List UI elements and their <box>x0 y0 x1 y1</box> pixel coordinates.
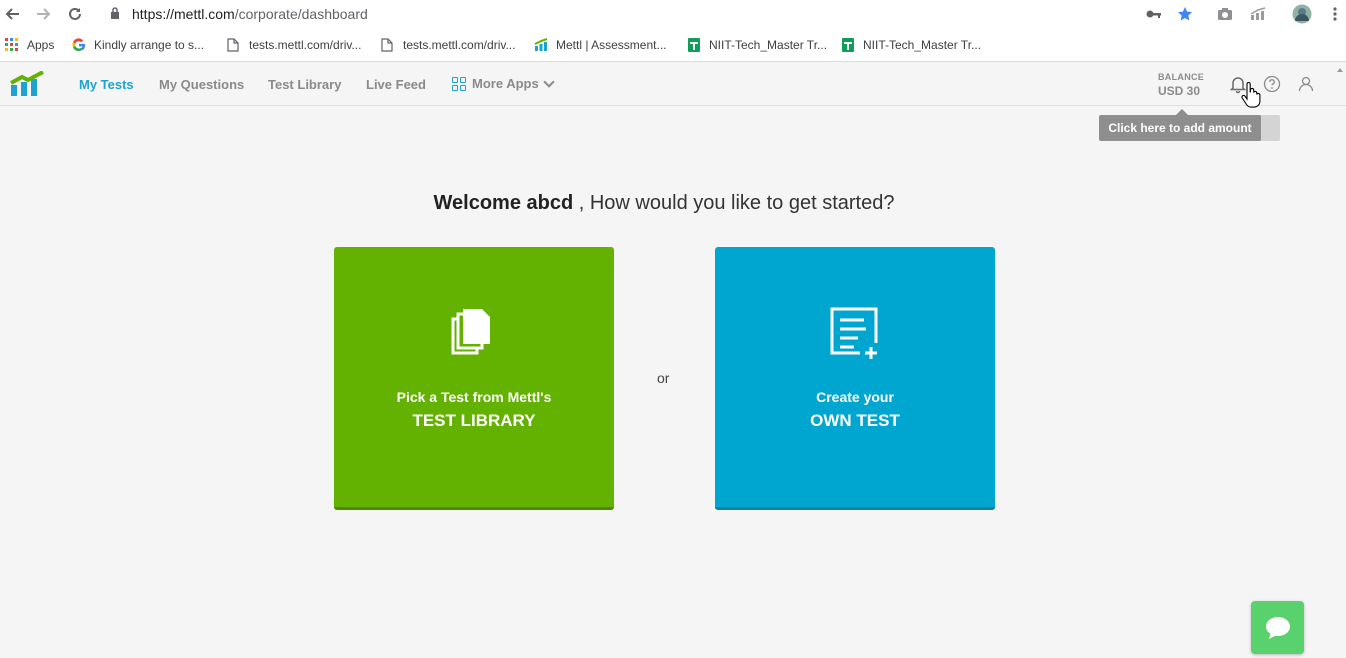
own-test-card-title: OWN TEST <box>810 411 900 430</box>
google-icon <box>72 38 86 52</box>
bookmark-label: Mettl | Assessment... <box>556 38 667 52</box>
url-host: https://mettl.com <box>132 6 235 22</box>
bookmark-item[interactable]: tests.mettl.com/driv... <box>381 37 515 53</box>
test-library-card-subtitle: Pick a Test from Mettl's <box>396 389 552 405</box>
bookmark-item[interactable]: tests.mettl.com/driv... <box>227 37 361 53</box>
add-amount-tooltip: Click here to add amount <box>1099 115 1261 141</box>
bookmark-item[interactable]: Mettl | Assessment... <box>534 37 666 53</box>
page-icon <box>381 38 395 52</box>
app-header: My Tests My Questions Test Library Live … <box>0 63 1346 106</box>
sheets-icon <box>687 38 701 52</box>
nav-live-feed[interactable]: Live Feed <box>366 77 426 92</box>
bookmark-label: Apps <box>27 38 55 52</box>
balance-amount: USD 30 <box>1158 84 1201 98</box>
welcome-heading: Welcome abcd , How would you like to get… <box>0 192 1328 215</box>
welcome-question: , How would you like to get started? <box>578 192 895 214</box>
sheets-icon <box>841 38 855 52</box>
back-arrow-icon[interactable] <box>2 3 24 25</box>
page-icon <box>227 38 241 52</box>
profile-avatar-icon[interactable] <box>1292 4 1312 24</box>
hand-cursor-icon <box>1241 82 1261 108</box>
bookmark-item[interactable]: NIIT-Tech_Master Tr... <box>687 37 827 53</box>
mettl-logo[interactable] <box>10 71 44 97</box>
chevron-down-icon <box>543 75 555 88</box>
balance-label: BALANCE <box>1158 72 1205 82</box>
own-test-card[interactable]: Create your OWN TEST <box>715 247 995 510</box>
chat-button[interactable] <box>1251 601 1304 654</box>
camera-icon[interactable] <box>1216 5 1234 23</box>
nav-my-tests[interactable]: My Tests <box>79 77 134 92</box>
scrollbar-up-arrow-icon[interactable] <box>1336 64 1344 76</box>
help-icon[interactable] <box>1262 74 1282 94</box>
bookmark-item[interactable]: NIIT-Tech_Master Tr... <box>841 37 981 53</box>
mettl-icon <box>534 38 548 52</box>
kebab-menu-icon[interactable] <box>1326 5 1344 23</box>
bookmark-label: Kindly arrange to s... <box>94 38 205 52</box>
apps-grid-icon <box>5 38 19 52</box>
address-bar[interactable]: https://mettl.com/corporate/dashboard <box>132 6 368 22</box>
url-path: /corporate/dashboard <box>234 6 368 22</box>
lock-icon <box>111 7 119 19</box>
nav-test-library[interactable]: Test Library <box>268 77 341 92</box>
bookmark-label: NIIT-Tech_Master Tr... <box>863 38 982 52</box>
or-separator: or <box>657 370 670 386</box>
forward-arrow-icon[interactable] <box>32 3 54 25</box>
own-test-card-subtitle: Create your <box>816 389 894 405</box>
bookmark-label: tests.mettl.com/driv... <box>249 38 362 52</box>
welcome-name: Welcome abcd <box>433 192 574 214</box>
more-apps-label: More Apps <box>472 76 539 91</box>
bookmark-apps[interactable]: Apps <box>5 37 54 53</box>
reload-icon[interactable] <box>64 3 86 25</box>
test-library-card[interactable]: Pick a Test from Mettl's TEST LIBRARY <box>334 247 614 510</box>
more-apps-dropdown[interactable]: More Apps <box>452 75 555 91</box>
key-icon[interactable] <box>1145 5 1163 23</box>
nav-my-questions[interactable]: My Questions <box>159 77 244 92</box>
star-icon[interactable] <box>1176 5 1194 23</box>
chat-bubble-icon <box>1265 616 1290 639</box>
test-library-card-title: TEST LIBRARY <box>412 411 536 430</box>
browser-toolbar: https://mettl.com/corporate/dashboard <box>0 0 1346 28</box>
copy-documents-icon <box>451 309 490 355</box>
new-document-icon <box>830 307 880 363</box>
bookmarks-bar: Apps Kindly arrange to s... tests.mettl.… <box>0 28 1346 62</box>
mettl-extension-icon[interactable] <box>1249 5 1267 23</box>
bookmark-label: NIIT-Tech_Master Tr... <box>709 38 828 52</box>
user-icon[interactable] <box>1296 74 1316 94</box>
grid-icon <box>452 76 466 91</box>
balance-display[interactable]: BALANCE USD 30 <box>1158 72 1205 98</box>
bookmark-label: tests.mettl.com/driv... <box>403 38 516 52</box>
bookmark-item[interactable]: Kindly arrange to s... <box>72 37 204 53</box>
